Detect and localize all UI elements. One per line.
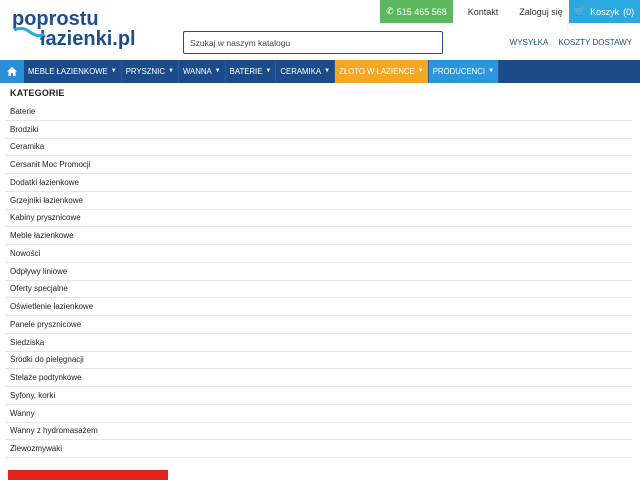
nav-item-baterie[interactable]: BATERIE ▼ (226, 60, 277, 83)
search-input[interactable]: Szukaj w naszym katalogu (183, 31, 443, 54)
nav-item-prysznic[interactable]: PRYSZNIC ▼ (122, 60, 179, 83)
phone-icon: ✆ (386, 6, 394, 16)
category-item[interactable]: Ceramika (5, 139, 632, 157)
nav-item-ceramika[interactable]: CERAMIKA ▼ (276, 60, 336, 83)
nav-item-meble[interactable]: MEBLE ŁAZIENKOWE ▼ (24, 60, 122, 83)
phone-button[interactable]: ✆ 515 465 568 (380, 0, 453, 23)
promo-banner[interactable] (8, 470, 168, 480)
home-icon (7, 67, 17, 76)
category-item[interactable]: Zlewozmywaki (5, 440, 632, 458)
nav-item-producenci[interactable]: PRODUCENCI ▼ (428, 60, 500, 83)
nav-item-label: CERAMIKA (280, 67, 322, 76)
nav-home-button[interactable] (0, 60, 24, 83)
nav-item-label: PRODUCENCI (432, 67, 486, 76)
chevron-down-icon: ▼ (417, 67, 424, 74)
category-item[interactable]: Panele prysznicowe (5, 316, 632, 334)
chevron-down-icon: ▼ (324, 67, 331, 74)
nav-item-label: BATERIE (229, 67, 263, 76)
chevron-down-icon: ▼ (110, 67, 117, 74)
chevron-down-icon: ▼ (265, 67, 272, 74)
logo[interactable]: poprostu łazienki.pl (10, 6, 160, 52)
category-item[interactable]: Siedziska (5, 334, 632, 352)
main-nav: MEBLE ŁAZIENKOWE ▼ PRYSZNIC ▼ WANNA ▼ BA… (0, 60, 640, 83)
chevron-down-icon: ▼ (488, 67, 495, 74)
category-item[interactable]: Oświetlenie łazienkowe (5, 298, 632, 316)
logo-line1: poprostu (12, 8, 99, 30)
nav-item-wanna[interactable]: WANNA ▼ (179, 60, 226, 83)
phone-number: 515 465 568 (396, 6, 447, 17)
category-item[interactable]: Meble łazienkowe (5, 227, 632, 245)
chevron-down-icon: ▼ (214, 67, 221, 74)
category-item[interactable]: Cersanit Moc Promocji (5, 156, 632, 174)
cart-count: (0) (623, 6, 635, 17)
search-placeholder: Szukaj w naszym katalogu (190, 37, 291, 48)
login-link[interactable]: Zaloguj się (513, 0, 569, 23)
category-item[interactable]: Stelaże podtynkowe (5, 369, 632, 387)
category-item[interactable]: Wanny (5, 405, 632, 423)
category-item[interactable]: Dodatki łazienkowe (5, 174, 632, 192)
chevron-down-icon: ▼ (167, 67, 174, 74)
category-item[interactable]: Nowości (5, 245, 632, 263)
nav-item-label: WANNA (182, 67, 212, 76)
shipping-links: WYSYŁKA KOSZTY DOSTAWY (510, 38, 632, 47)
nav-item-label: PRYSZNIC (125, 67, 165, 76)
categories-title: KATEGORIE (10, 88, 65, 98)
cart-icon: 🛒 (574, 6, 587, 16)
category-item[interactable]: Wanny z hydromasażem (5, 423, 632, 441)
category-item[interactable]: Syfony, korki (5, 387, 632, 405)
category-item[interactable]: Brodziki (5, 121, 632, 139)
logo-line2: łazienki.pl (40, 28, 136, 50)
delivery-costs-link[interactable]: KOSZTY DOSTAWY (558, 38, 632, 47)
top-bar: ✆ 515 465 568 Kontakt Zaloguj się 🛒 Kosz… (380, 0, 640, 23)
category-item[interactable]: Baterie (5, 103, 632, 121)
nav-item-label: ZŁOTO W ŁAZIENCE (339, 67, 415, 76)
category-item[interactable]: Grzejniki łazienkowe (5, 192, 632, 210)
category-item[interactable]: Oferty specjalne (5, 281, 632, 299)
category-item[interactable]: Kabiny prysznicowe (5, 210, 632, 228)
nav-item-zloto[interactable]: ZŁOTO W ŁAZIENCE ▼ (335, 60, 429, 83)
cart-label: Koszyk (590, 6, 620, 17)
cart-button[interactable]: 🛒 Koszyk (0) (569, 0, 640, 23)
shipping-link[interactable]: WYSYŁKA (510, 38, 549, 47)
category-item[interactable]: Środki do pielęgnacji (5, 352, 632, 370)
contact-link[interactable]: Kontakt (453, 0, 513, 23)
category-item[interactable]: Odpływy liniowe (5, 263, 632, 281)
category-list: Baterie Brodziki Ceramika Cersanit Moc P… (5, 103, 632, 458)
nav-item-label: MEBLE ŁAZIENKOWE (28, 67, 108, 76)
